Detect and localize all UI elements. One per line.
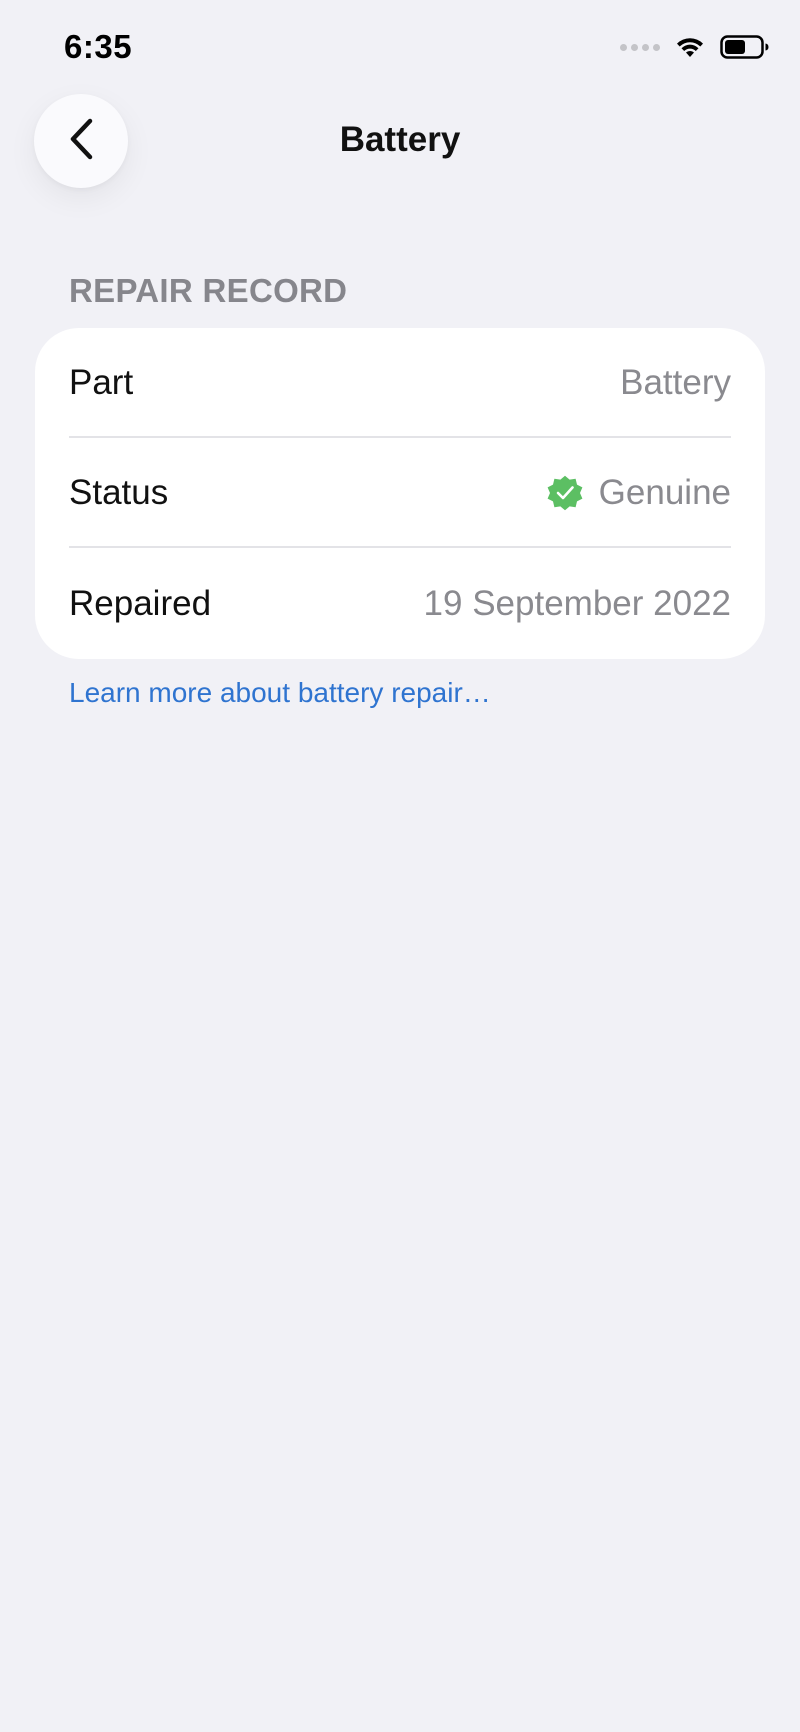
status-icons <box>620 34 770 60</box>
row-label: Repaired <box>69 584 212 623</box>
signal-dots-icon <box>620 43 660 51</box>
part-value: Battery <box>620 363 731 402</box>
repair-row-part: Part Battery <box>69 328 765 438</box>
battery-icon <box>720 34 770 60</box>
repair-row-status: Status Genuine <box>69 438 765 548</box>
row-label: Part <box>69 363 134 402</box>
wifi-icon <box>674 35 706 59</box>
status-value: Genuine <box>598 473 731 512</box>
divider <box>69 546 731 548</box>
repair-record-card: Part Battery Status Genuine Repaired 19 … <box>35 328 765 659</box>
learn-more-link[interactable]: Learn more about battery repair… <box>69 677 491 709</box>
row-label: Status <box>69 473 169 512</box>
page-title: Battery <box>339 120 461 159</box>
verified-badge-icon <box>545 473 585 513</box>
repair-row-repaired: Repaired 19 September 2022 <box>69 549 765 659</box>
row-value: 19 September 2022 <box>424 584 731 624</box>
repaired-date-value: 19 September 2022 <box>423 584 731 623</box>
section-header: REPAIR RECORD <box>69 272 348 309</box>
row-value: Battery <box>620 363 731 403</box>
row-value: Genuine <box>545 473 731 513</box>
status-time: 6:35 <box>64 28 133 65</box>
status-bar: 6:35 <box>0 0 800 100</box>
screen: 6:35 Battery REPAIR RECORD Part Battery … <box>0 0 800 1732</box>
